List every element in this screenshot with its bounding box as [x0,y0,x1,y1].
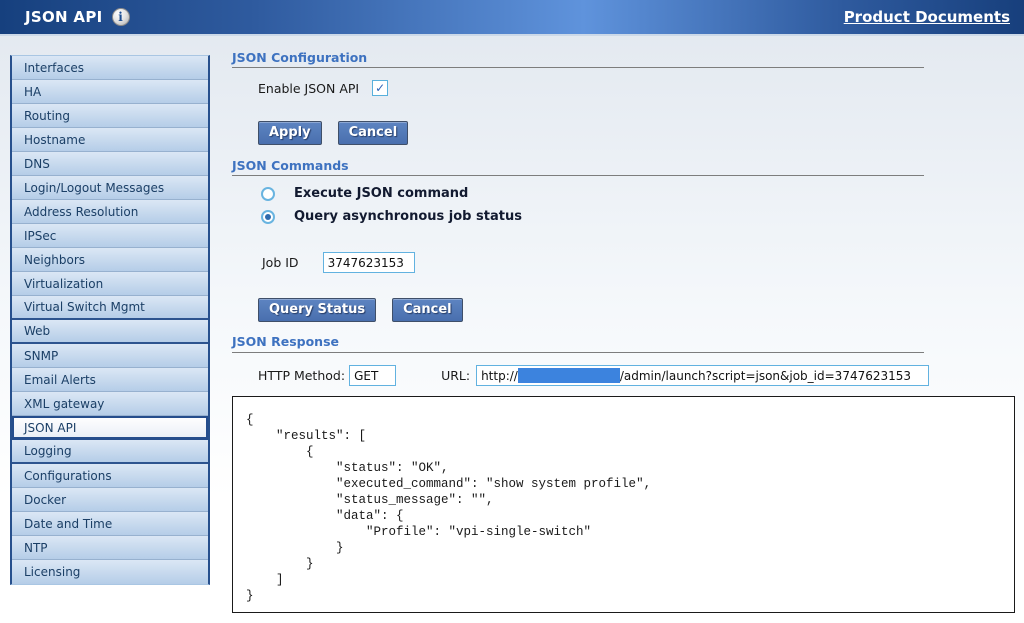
sidebar-item-login-logout-messages[interactable]: Login/Logout Messages [12,176,208,200]
sidebar-item-label: Hostname [24,133,85,147]
sidebar-item-ntp[interactable]: NTP [12,536,208,560]
sidebar: Interfaces HA Routing Hostname DNS Login… [10,55,210,585]
section-divider [232,67,924,68]
sidebar-item-configurations[interactable]: Configurations [12,464,208,488]
enable-json-api-label: Enable JSON API [258,81,359,96]
execute-command-option-row: Execute JSON command [261,186,468,201]
command-buttons-row: Query Status Cancel [258,298,463,322]
sidebar-item-label: Virtualization [24,277,103,291]
url-suffix-text: /admin/launch?script=json&job_id=3747623… [620,369,911,383]
sidebar-item-label: XML gateway [24,397,104,411]
sidebar-item-snmp[interactable]: SNMP [12,344,208,368]
sidebar-item-label: NTP [24,541,48,555]
sidebar-item-label: HA [24,85,41,99]
sidebar-item-label: Logging [24,444,72,458]
json-response-title: JSON Response [232,334,339,349]
sidebar-item-label: Web [24,324,50,338]
json-commands-title: JSON Commands [232,158,349,173]
url-label: URL: [441,368,470,383]
enable-json-api-row: Enable JSON API [258,80,388,96]
request-info-row: HTTP Method: URL: http:// /admin/launch?… [258,365,929,386]
query-status-button[interactable]: Query Status [258,298,376,322]
sidebar-item-hostname[interactable]: Hostname [12,128,208,152]
json-configuration-title: JSON Configuration [232,50,367,65]
sidebar-item-virtual-switch-mgmt[interactable]: Virtual Switch Mgmt [12,296,208,320]
url-input[interactable]: http:// /admin/launch?script=json&job_id… [476,365,929,386]
info-icon[interactable]: i [112,8,130,26]
json-response-text: { "results": [ { "status": "OK", "execut… [233,397,1014,604]
sidebar-item-label: Virtual Switch Mgmt [24,300,145,314]
sidebar-item-ipsec[interactable]: IPSec [12,224,208,248]
http-method-input[interactable] [349,365,396,386]
sidebar-item-label: DNS [24,157,50,171]
sidebar-item-neighbors[interactable]: Neighbors [12,248,208,272]
sidebar-item-label: SNMP [24,349,58,363]
page: JSON API i Product Documents Interfaces … [0,0,1024,623]
sidebar-item-label: Neighbors [24,253,85,267]
sidebar-item-address-resolution[interactable]: Address Resolution [12,200,208,224]
sidebar-item-label: Interfaces [24,61,84,75]
header-bar: JSON API i Product Documents [0,0,1024,36]
sidebar-item-label: Docker [24,493,66,507]
url-redaction-block [518,368,620,383]
url-prefix-text: http:// [481,369,518,383]
sidebar-item-email-alerts[interactable]: Email Alerts [12,368,208,392]
sidebar-item-label: Login/Logout Messages [24,181,164,195]
sidebar-item-label: Configurations [24,469,112,483]
sidebar-item-logging[interactable]: Logging [12,440,208,464]
sidebar-item-date-and-time[interactable]: Date and Time [12,512,208,536]
sidebar-item-docker[interactable]: Docker [12,488,208,512]
execute-json-command-radio[interactable] [261,187,275,201]
query-job-status-label[interactable]: Query asynchronous job status [294,209,522,224]
job-id-input[interactable] [323,252,415,273]
product-documents-link[interactable]: Product Documents [844,8,1010,26]
sidebar-item-label: Email Alerts [24,373,96,387]
sidebar-item-ha[interactable]: HA [12,80,208,104]
job-id-row: Job ID [262,252,415,273]
sidebar-item-label: JSON API [24,421,76,435]
sidebar-item-label: IPSec [24,229,56,243]
sidebar-item-label: Date and Time [24,517,112,531]
sidebar-item-licensing[interactable]: Licensing [12,560,208,584]
sidebar-item-web[interactable]: Web [12,320,208,344]
sidebar-item-label: Routing [24,109,70,123]
config-buttons-row: Apply Cancel [258,121,408,145]
page-title: JSON API [25,8,103,26]
section-divider [232,352,924,353]
query-job-status-option-row: Query asynchronous job status [261,209,522,224]
sidebar-item-routing[interactable]: Routing [12,104,208,128]
http-method-label: HTTP Method: [258,368,345,383]
sidebar-item-json-api[interactable]: JSON API [12,416,208,440]
sidebar-item-dns[interactable]: DNS [12,152,208,176]
command-cancel-button[interactable]: Cancel [392,298,463,322]
sidebar-item-virtualization[interactable]: Virtualization [12,272,208,296]
job-id-label: Job ID [262,255,299,270]
query-job-status-radio[interactable] [261,210,275,224]
sidebar-item-xml-gateway[interactable]: XML gateway [12,392,208,416]
execute-json-command-label[interactable]: Execute JSON command [294,186,468,201]
enable-json-api-checkbox[interactable] [372,80,388,96]
cancel-button[interactable]: Cancel [338,121,409,145]
section-divider [232,175,924,176]
sidebar-item-label: Licensing [24,565,80,579]
json-response-output[interactable]: { "results": [ { "status": "OK", "execut… [232,396,1015,613]
sidebar-item-interfaces[interactable]: Interfaces [12,56,208,80]
sidebar-item-label: Address Resolution [24,205,138,219]
apply-button[interactable]: Apply [258,121,322,145]
